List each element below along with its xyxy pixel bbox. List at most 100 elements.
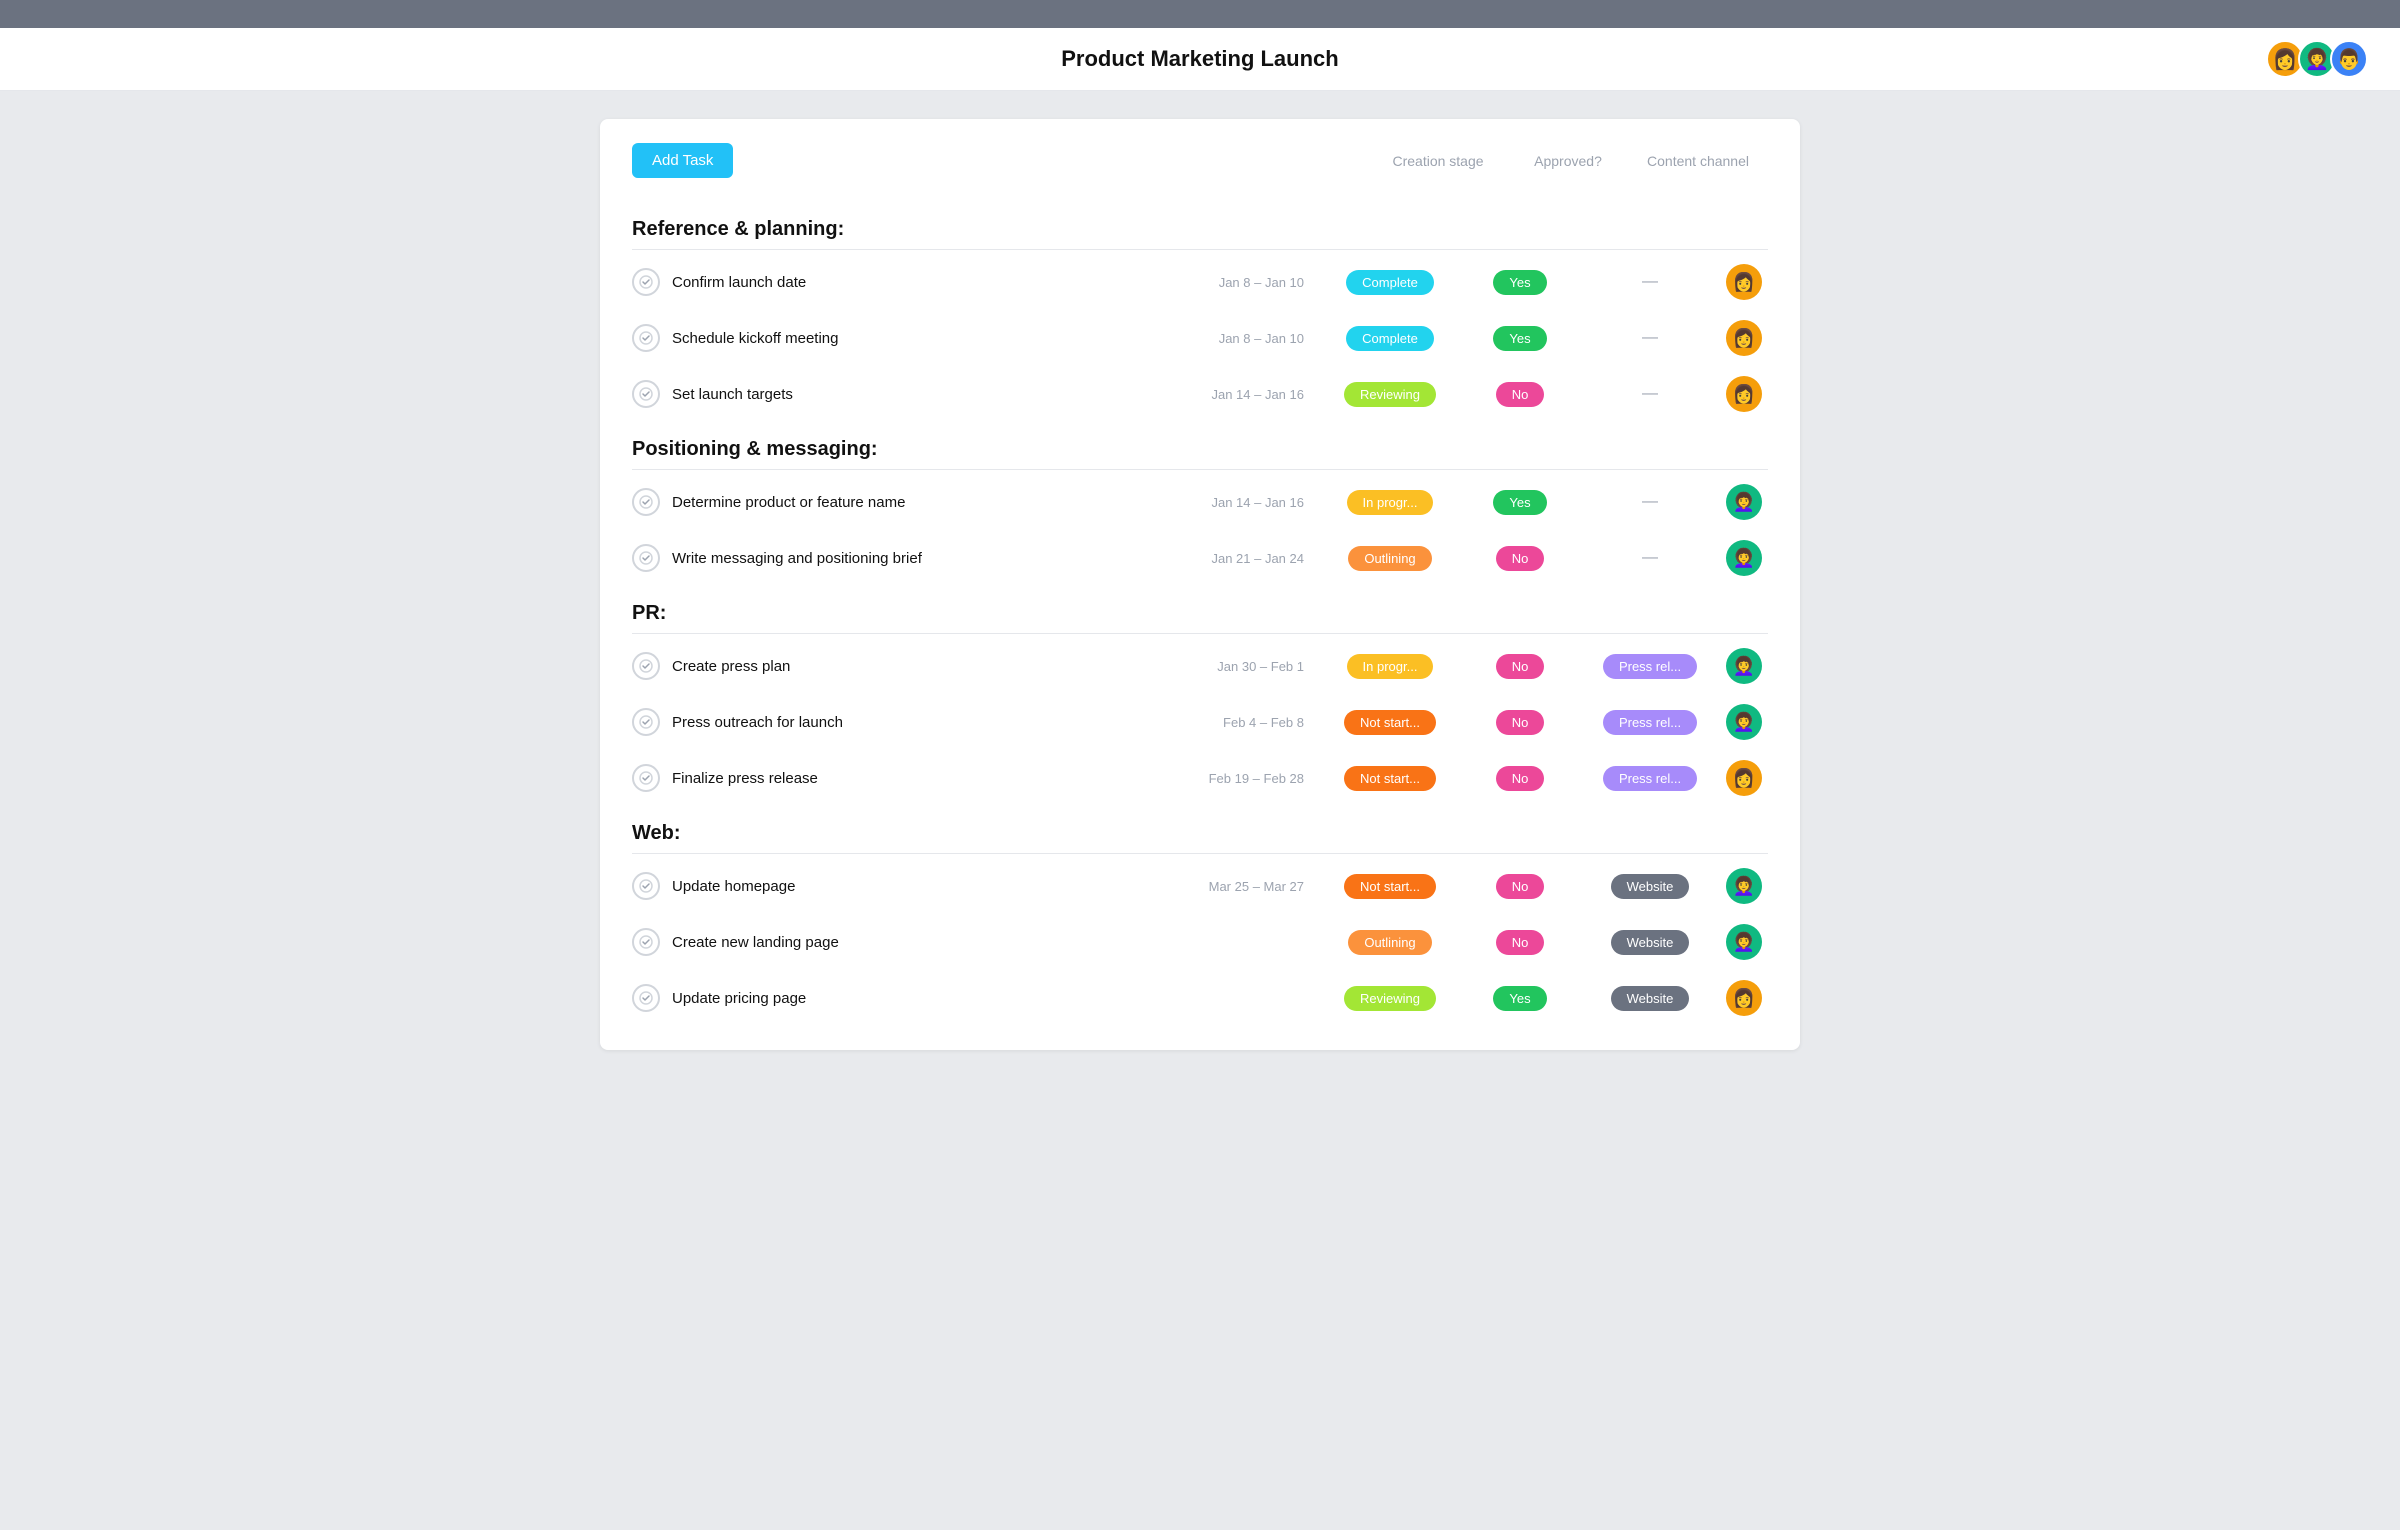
task-stage-badge[interactable]: Not start...	[1344, 766, 1436, 791]
task-approved-cell[interactable]: No	[1460, 382, 1580, 407]
task-assignee-avatar[interactable]: 👩‍🦱	[1726, 924, 1762, 960]
task-channel-cell[interactable]: —	[1580, 493, 1720, 511]
task-assignee-cell[interactable]: 👩‍🦱	[1720, 648, 1768, 684]
task-assignee-avatar[interactable]: 👩‍🦱	[1726, 484, 1762, 520]
task-approved-badge[interactable]: Yes	[1493, 986, 1546, 1011]
table-row[interactable]: Schedule kickoff meetingJan 8 – Jan 10Co…	[632, 310, 1768, 366]
task-approved-cell[interactable]: Yes	[1460, 490, 1580, 515]
task-channel-cell[interactable]: Website	[1580, 986, 1720, 1011]
task-assignee-cell[interactable]: 👩	[1720, 980, 1768, 1016]
task-channel-cell[interactable]: Press rel...	[1580, 710, 1720, 735]
task-stage-badge[interactable]: Reviewing	[1344, 986, 1436, 1011]
table-row[interactable]: Update pricing pageReviewingYesWebsite👩	[632, 970, 1768, 1026]
task-approved-cell[interactable]: Yes	[1460, 986, 1580, 1011]
task-assignee-cell[interactable]: 👩	[1720, 760, 1768, 796]
task-channel-cell[interactable]: —	[1580, 385, 1720, 403]
task-assignee-cell[interactable]: 👩‍🦱	[1720, 924, 1768, 960]
task-stage-badge[interactable]: In progr...	[1347, 654, 1434, 679]
task-stage-badge[interactable]: Not start...	[1344, 710, 1436, 735]
task-stage-badge[interactable]: Outlining	[1348, 930, 1431, 955]
task-approved-badge[interactable]: No	[1496, 546, 1545, 571]
task-channel-badge[interactable]: Press rel...	[1603, 654, 1697, 679]
table-row[interactable]: Determine product or feature nameJan 14 …	[632, 474, 1768, 530]
task-checkbox[interactable]	[632, 708, 660, 736]
task-channel-cell[interactable]: —	[1580, 329, 1720, 347]
table-row[interactable]: Set launch targetsJan 14 – Jan 16Reviewi…	[632, 366, 1768, 422]
task-approved-badge[interactable]: No	[1496, 654, 1545, 679]
task-checkbox[interactable]	[632, 324, 660, 352]
task-approved-cell[interactable]: No	[1460, 654, 1580, 679]
task-approved-cell[interactable]: No	[1460, 766, 1580, 791]
task-channel-cell[interactable]: Website	[1580, 930, 1720, 955]
task-assignee-cell[interactable]: 👩‍🦱	[1720, 484, 1768, 520]
task-assignee-cell[interactable]: 👩	[1720, 320, 1768, 356]
task-stage-cell[interactable]: In progr...	[1320, 490, 1460, 515]
avatar-user-3[interactable]: 👨	[2330, 40, 2368, 78]
task-checkbox[interactable]	[632, 984, 660, 1012]
task-stage-cell[interactable]: Reviewing	[1320, 986, 1460, 1011]
task-channel-cell[interactable]: Press rel...	[1580, 654, 1720, 679]
task-assignee-avatar[interactable]: 👩‍🦱	[1726, 540, 1762, 576]
table-row[interactable]: Press outreach for launchFeb 4 – Feb 8No…	[632, 694, 1768, 750]
task-stage-cell[interactable]: Not start...	[1320, 766, 1460, 791]
task-channel-badge[interactable]: Press rel...	[1603, 766, 1697, 791]
task-approved-cell[interactable]: No	[1460, 710, 1580, 735]
task-stage-cell[interactable]: In progr...	[1320, 654, 1460, 679]
task-stage-badge[interactable]: Outlining	[1348, 546, 1431, 571]
task-stage-cell[interactable]: Not start...	[1320, 710, 1460, 735]
task-assignee-avatar[interactable]: 👩	[1726, 980, 1762, 1016]
task-approved-badge[interactable]: No	[1496, 930, 1545, 955]
task-assignee-cell[interactable]: 👩	[1720, 264, 1768, 300]
table-row[interactable]: Update homepageMar 25 – Mar 27Not start.…	[632, 858, 1768, 914]
add-task-button[interactable]: Add Task	[632, 143, 733, 178]
task-checkbox[interactable]	[632, 380, 660, 408]
task-stage-cell[interactable]: Complete	[1320, 270, 1460, 295]
task-checkbox[interactable]	[632, 652, 660, 680]
task-channel-cell[interactable]: —	[1580, 549, 1720, 567]
task-checkbox[interactable]	[632, 928, 660, 956]
task-assignee-cell[interactable]: 👩‍🦱	[1720, 540, 1768, 576]
table-row[interactable]: Create press planJan 30 – Feb 1In progr.…	[632, 638, 1768, 694]
task-approved-badge[interactable]: No	[1496, 766, 1545, 791]
task-stage-badge[interactable]: Not start...	[1344, 874, 1436, 899]
task-assignee-avatar[interactable]: 👩‍🦱	[1726, 868, 1762, 904]
task-channel-cell[interactable]: —	[1580, 273, 1720, 291]
task-approved-badge[interactable]: No	[1496, 874, 1545, 899]
task-stage-cell[interactable]: Reviewing	[1320, 382, 1460, 407]
task-stage-badge[interactable]: In progr...	[1347, 490, 1434, 515]
task-stage-cell[interactable]: Outlining	[1320, 930, 1460, 955]
task-approved-cell[interactable]: No	[1460, 546, 1580, 571]
task-approved-badge[interactable]: No	[1496, 382, 1545, 407]
task-channel-cell[interactable]: Press rel...	[1580, 766, 1720, 791]
task-stage-cell[interactable]: Not start...	[1320, 874, 1460, 899]
task-assignee-cell[interactable]: 👩‍🦱	[1720, 868, 1768, 904]
task-stage-cell[interactable]: Complete	[1320, 326, 1460, 351]
table-row[interactable]: Create new landing pageOutliningNoWebsit…	[632, 914, 1768, 970]
task-channel-badge[interactable]: Website	[1611, 986, 1690, 1011]
task-assignee-avatar[interactable]: 👩	[1726, 760, 1762, 796]
task-approved-cell[interactable]: No	[1460, 930, 1580, 955]
task-approved-badge[interactable]: Yes	[1493, 490, 1546, 515]
task-approved-badge[interactable]: No	[1496, 710, 1545, 735]
task-channel-badge[interactable]: Website	[1611, 874, 1690, 899]
task-channel-badge[interactable]: Press rel...	[1603, 710, 1697, 735]
task-stage-badge[interactable]: Complete	[1346, 326, 1434, 351]
task-checkbox[interactable]	[632, 544, 660, 572]
task-assignee-cell[interactable]: 👩	[1720, 376, 1768, 412]
task-approved-cell[interactable]: No	[1460, 874, 1580, 899]
task-assignee-avatar[interactable]: 👩‍🦱	[1726, 704, 1762, 740]
task-channel-badge[interactable]: Website	[1611, 930, 1690, 955]
task-approved-cell[interactable]: Yes	[1460, 326, 1580, 351]
table-row[interactable]: Finalize press releaseFeb 19 – Feb 28Not…	[632, 750, 1768, 806]
task-approved-badge[interactable]: Yes	[1493, 326, 1546, 351]
task-channel-cell[interactable]: Website	[1580, 874, 1720, 899]
task-stage-cell[interactable]: Outlining	[1320, 546, 1460, 571]
task-stage-badge[interactable]: Reviewing	[1344, 382, 1436, 407]
task-checkbox[interactable]	[632, 872, 660, 900]
task-approved-badge[interactable]: Yes	[1493, 270, 1546, 295]
task-assignee-avatar[interactable]: 👩	[1726, 264, 1762, 300]
task-checkbox[interactable]	[632, 764, 660, 792]
task-assignee-avatar[interactable]: 👩‍🦱	[1726, 648, 1762, 684]
task-checkbox[interactable]	[632, 268, 660, 296]
table-row[interactable]: Confirm launch dateJan 8 – Jan 10Complet…	[632, 254, 1768, 310]
